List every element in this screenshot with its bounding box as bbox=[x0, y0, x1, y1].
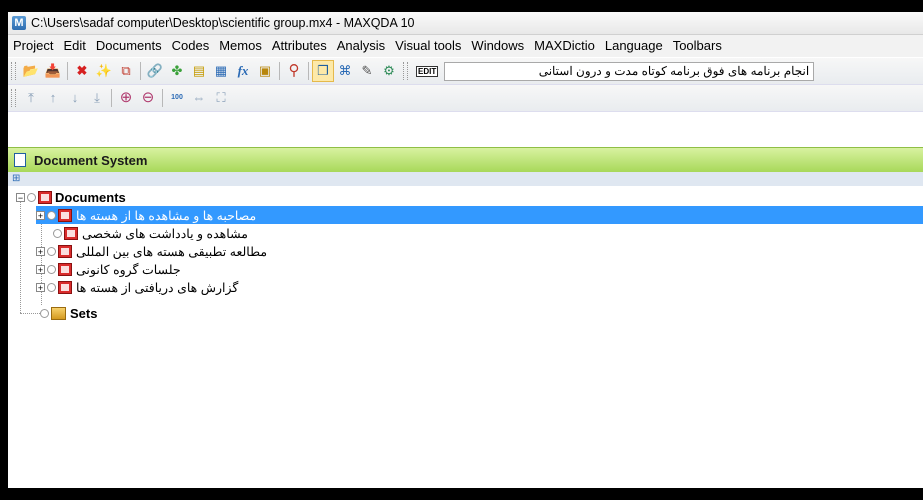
expand-icon[interactable]: + bbox=[36, 246, 45, 256]
fit-page-icon[interactable]: ⛶ bbox=[211, 88, 231, 108]
tree-connector bbox=[20, 197, 21, 313]
tree-item-group[interactable]: + جلسات گروه کانونی bbox=[36, 260, 181, 278]
document-system-icon bbox=[14, 153, 26, 167]
menu-documents[interactable]: Documents bbox=[91, 35, 167, 57]
title-bar[interactable]: M C:\Users\sadaf computer\Desktop\scient… bbox=[8, 12, 923, 35]
toolbar-grip[interactable] bbox=[403, 62, 408, 80]
tree-item-label: جلسات گروه کانونی bbox=[76, 262, 181, 277]
node-dot-icon bbox=[27, 192, 36, 202]
document-group-icon bbox=[58, 208, 72, 222]
node-dot-icon bbox=[40, 308, 49, 318]
search-icon[interactable]: ⚲ bbox=[284, 61, 304, 81]
formula-icon[interactable]: fx bbox=[233, 61, 253, 81]
code-system-icon[interactable]: ⌘ bbox=[335, 61, 355, 81]
toolbar-grip[interactable] bbox=[11, 89, 16, 107]
menu-maxdictio[interactable]: MAXDictio bbox=[529, 35, 600, 57]
node-dot-icon bbox=[47, 264, 56, 274]
retrieved-segment-combo[interactable]: انجام برنامه های فوق برنامه کوتاه مدت و … bbox=[444, 61, 815, 81]
copy-icon[interactable]: ⧉ bbox=[116, 61, 136, 81]
document-group-icon bbox=[58, 262, 72, 276]
tree-item-group[interactable]: مشاهده و یادداشت های شخصی bbox=[51, 224, 248, 242]
settings-icon[interactable]: ⚙ bbox=[379, 61, 399, 81]
menu-attributes[interactable]: Attributes bbox=[267, 35, 332, 57]
toolbar-separator bbox=[140, 62, 141, 80]
move-top-icon[interactable]: ⤒ bbox=[21, 88, 41, 108]
code-relations-icon[interactable]: ✤ bbox=[167, 61, 187, 81]
tree-item-label: مصاحبه ها و مشاهده ها از هسته ها bbox=[76, 208, 257, 223]
code-map-icon[interactable]: ✖ bbox=[72, 61, 92, 81]
node-dot-icon bbox=[47, 282, 56, 292]
menu-bar: Project Edit Documents Codes Memos Attri… bbox=[8, 35, 923, 57]
menu-analysis[interactable]: Analysis bbox=[332, 35, 390, 57]
memo-icon[interactable]: ▤ bbox=[189, 61, 209, 81]
toolbar-separator bbox=[308, 62, 309, 80]
tree-options-icon[interactable]: ⊞ bbox=[12, 173, 20, 184]
menu-codes[interactable]: Codes bbox=[167, 35, 215, 57]
menu-visual-tools[interactable]: Visual tools bbox=[390, 35, 466, 57]
notebook-icon[interactable]: ▣ bbox=[255, 61, 275, 81]
tree-item-label: Sets bbox=[70, 305, 98, 321]
link-icon[interactable]: 🔗 bbox=[145, 61, 165, 81]
document-system-header[interactable]: Document System bbox=[8, 147, 923, 173]
zoom-in-icon[interactable]: ⊕ bbox=[116, 88, 136, 108]
tree-item-documents[interactable]: − Documents bbox=[16, 188, 126, 206]
menu-project[interactable]: Project bbox=[8, 35, 58, 57]
panel-subbar: ⊞ bbox=[8, 172, 923, 186]
secondary-toolbar: ⤒ ↑ ↓ ⤓ ⊕ ⊖ 100 ⇔ ⛶ bbox=[8, 85, 923, 112]
menu-memos[interactable]: Memos bbox=[214, 35, 267, 57]
move-bottom-icon[interactable]: ⤓ bbox=[87, 88, 107, 108]
move-down-icon[interactable]: ↓ bbox=[65, 88, 85, 108]
tree-item-label: گزارش های دریافتی از هسته ها bbox=[76, 280, 239, 295]
edit-memo-icon[interactable]: ✎ bbox=[357, 61, 377, 81]
menu-edit[interactable]: Edit bbox=[58, 35, 90, 57]
toolbar-separator bbox=[67, 62, 68, 80]
table-icon[interactable]: ▦ bbox=[211, 61, 231, 81]
menu-language[interactable]: Language bbox=[600, 35, 668, 57]
document-group-icon bbox=[64, 226, 78, 240]
tree-item-group[interactable]: + گزارش های دریافتی از هسته ها bbox=[36, 278, 238, 296]
tree-item-label: مطالعه تطبیقی هسته های بین المللی bbox=[76, 244, 268, 259]
zoom-100-icon[interactable]: 100 bbox=[167, 88, 187, 108]
zoom-out-icon[interactable]: ⊖ bbox=[138, 88, 158, 108]
app-window: M C:\Users\sadaf computer\Desktop\scient… bbox=[8, 12, 923, 488]
document-group-icon bbox=[58, 280, 72, 294]
expand-icon[interactable]: + bbox=[36, 210, 45, 220]
expand-icon[interactable]: + bbox=[36, 282, 45, 292]
window-title: C:\Users\sadaf computer\Desktop\scientif… bbox=[31, 16, 415, 30]
toolbar-separator bbox=[162, 89, 163, 107]
document-tree: − Documents + مصاحبه ها و مشاهده ها از ه… bbox=[8, 188, 923, 488]
tree-item-label: مشاهده و یادداشت های شخصی bbox=[82, 226, 248, 241]
import-icon[interactable]: 📥 bbox=[43, 61, 63, 81]
tree-item-group[interactable]: + مطالعه تطبیقی هسته های بین المللی bbox=[36, 242, 267, 260]
maxqda-logo-icon: M bbox=[12, 16, 26, 30]
tree-item-sets[interactable]: Sets bbox=[38, 304, 97, 322]
combo-value: انجام برنامه های فوق برنامه کوتاه مدت و … bbox=[538, 64, 810, 78]
tree-item-label: Documents bbox=[55, 189, 126, 205]
main-toolbar: 📂 📥 ✖ ✨ ⧉ 🔗 ✤ ▤ ▦ fx ▣ ⚲ ❐ ⌘ ✎ ⚙ EDIT ان… bbox=[8, 58, 923, 85]
menu-toolbars[interactable]: Toolbars bbox=[668, 35, 727, 57]
document-group-icon bbox=[58, 244, 72, 258]
sets-folder-icon bbox=[51, 306, 66, 320]
documents-root-icon bbox=[38, 190, 52, 204]
fit-width-icon[interactable]: ⇔ bbox=[189, 88, 209, 108]
collapse-icon[interactable]: − bbox=[16, 192, 25, 202]
node-dot-icon bbox=[53, 228, 62, 238]
toolbar-separator bbox=[279, 62, 280, 80]
document-system-icon[interactable]: ❐ bbox=[312, 60, 334, 82]
panel-title: Document System bbox=[34, 152, 148, 168]
open-folder-icon[interactable]: 📂 bbox=[21, 61, 41, 81]
edit-badge[interactable]: EDIT bbox=[416, 65, 439, 77]
wand-icon[interactable]: ✨ bbox=[94, 61, 114, 81]
move-up-icon[interactable]: ↑ bbox=[43, 88, 63, 108]
expand-icon[interactable]: + bbox=[36, 264, 45, 274]
toolbar-separator bbox=[111, 89, 112, 107]
menu-windows[interactable]: Windows bbox=[466, 35, 529, 57]
toolbar-grip[interactable] bbox=[11, 62, 16, 80]
node-dot-icon bbox=[47, 246, 56, 256]
node-dot-icon bbox=[47, 210, 56, 220]
tree-item-group[interactable]: + مصاحبه ها و مشاهده ها از هسته ها bbox=[36, 206, 923, 224]
